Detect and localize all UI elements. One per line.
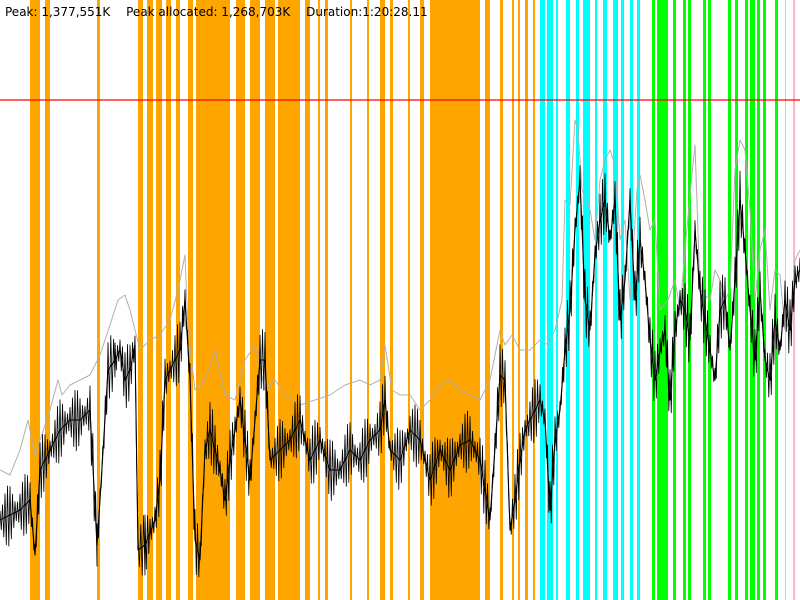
event-band-orange <box>45 0 50 600</box>
event-band-orange <box>390 0 393 600</box>
memory-series <box>0 119 800 578</box>
event-band-orange <box>325 0 328 600</box>
event-band-orange <box>318 0 320 600</box>
event-band-orange <box>518 0 520 600</box>
event-band-orange <box>408 0 410 600</box>
event-band-green <box>657 0 668 600</box>
series-texture-allocated <box>0 165 800 578</box>
event-band-orange <box>367 0 369 600</box>
event-band-orange <box>166 0 171 600</box>
event-band-orange <box>380 0 385 600</box>
event-band-orange <box>525 0 528 600</box>
peak-allocated-label: Peak allocated: 1,268,703K <box>126 5 291 19</box>
event-band-cyan <box>603 0 607 600</box>
event-band-cyan <box>613 0 618 600</box>
event-band-orange <box>278 0 300 600</box>
event-band-cyan <box>583 0 590 600</box>
event-band-green <box>735 0 738 600</box>
memory-chart <box>0 0 800 600</box>
event-band-orange <box>236 0 245 600</box>
event-band-orange <box>420 0 424 600</box>
event-band-orange <box>188 0 193 600</box>
event-band-green <box>688 0 691 600</box>
event-band-orange <box>147 0 153 600</box>
duration-label: Duration:1:20:28.11 <box>306 5 428 19</box>
event-band-cyan <box>637 0 640 600</box>
series-line-allocated <box>0 179 800 561</box>
header-stats: Peak: 1,377,551K Peak allocated: 1,268,7… <box>5 5 440 19</box>
event-band-green <box>750 0 755 600</box>
peak-label: Peak: 1,377,551K <box>5 5 111 19</box>
event-band-orange <box>250 0 260 600</box>
event-band-green <box>763 0 766 600</box>
event-band-orange <box>350 0 352 600</box>
event-band-green <box>652 0 655 600</box>
event-band-orange <box>305 0 310 600</box>
event-band-cyan <box>576 0 579 600</box>
event-band-cyan <box>556 0 558 600</box>
event-band-green <box>745 0 748 600</box>
event-band-cyan <box>595 0 597 600</box>
event-band-orange <box>265 0 275 600</box>
event-band-cyan <box>540 0 545 600</box>
event-band-orange <box>196 0 230 600</box>
event-band-green <box>728 0 731 600</box>
event-band-green <box>673 0 676 600</box>
event-band-orange <box>533 0 535 600</box>
event-band-orange <box>500 0 503 600</box>
event-band-orange <box>138 0 143 600</box>
event-band-orange <box>430 0 480 600</box>
event-band-orange <box>176 0 180 600</box>
